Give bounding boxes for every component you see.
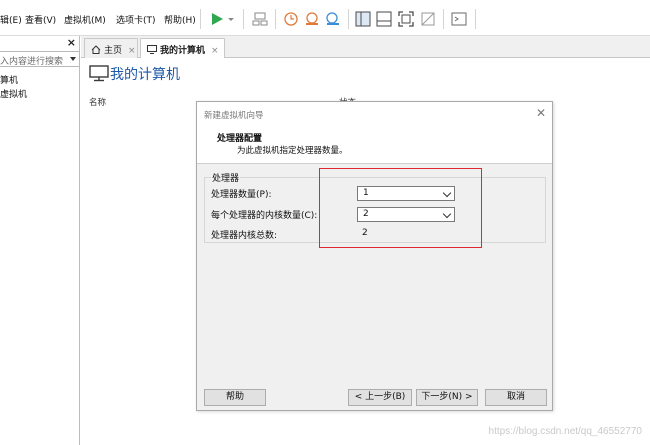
tree-item-vm[interactable]: 虚拟机 <box>0 87 27 100</box>
tree-item-my-computer[interactable]: 算机 <box>0 73 18 86</box>
page-title: 我的计算机 <box>110 67 180 83</box>
new-vm-wizard-dialog: 新建虚拟机向导 ✕ 处理器配置 为此虚拟机指定处理器数量。 处理器 处理器数量(… <box>196 101 553 411</box>
menu-view[interactable]: 查看(V) <box>25 13 56 26</box>
menu-help[interactable]: 帮助(H) <box>164 13 196 26</box>
menu-vm[interactable]: 虚拟机(M) <box>64 13 106 26</box>
cores-per-processor-label: 每个处理器的内核数量(C): <box>211 211 318 221</box>
processor-count-label: 处理器数量(P): <box>211 190 272 200</box>
next-button[interactable]: 下一步(N) > <box>416 389 478 406</box>
total-cores-label: 处理器内核总数: <box>211 231 278 241</box>
dialog-titlebar: 新建虚拟机向导 ✕ <box>197 102 552 126</box>
play-dropdown-icon[interactable] <box>226 10 236 28</box>
column-header-name[interactable]: 名称 <box>89 96 106 108</box>
library-panel: × 入内容进行搜索 算机 虚拟机 <box>0 36 80 445</box>
menu-edit[interactable]: 辑(E) <box>0 13 22 26</box>
help-button[interactable]: 帮助 <box>204 389 266 406</box>
toolbar-separator <box>243 9 244 29</box>
library-search-placeholder: 入内容进行搜索 <box>0 57 64 67</box>
dialog-header: 处理器配置 为此虚拟机指定处理器数量。 <box>197 126 552 164</box>
cancel-button[interactable]: 取消 <box>485 389 547 406</box>
dialog-subheading: 为此虚拟机指定处理器数量。 <box>237 146 348 156</box>
tab-home-label: 主页 <box>104 46 123 56</box>
library-search-input[interactable]: 入内容进行搜索 <box>0 51 80 67</box>
chevron-down-icon[interactable] <box>70 57 76 61</box>
thumbnail-bar-icon[interactable] <box>375 10 393 28</box>
tab-my-computer[interactable]: 我的计算机 × <box>140 38 225 59</box>
tab-home[interactable]: 主页 × <box>84 38 138 58</box>
close-library-icon[interactable]: × <box>67 36 76 49</box>
monitor-icon <box>147 45 157 54</box>
menu-tabs[interactable]: 选项卡(T) <box>116 13 156 26</box>
toolbar-separator <box>275 9 276 29</box>
toolbar-separator <box>200 9 201 29</box>
fullscreen-icon[interactable] <box>397 10 415 28</box>
watermark: https://blog.csdn.net/qq_46552770 <box>488 426 642 437</box>
unity-icon[interactable] <box>419 10 437 28</box>
toolbar-separator <box>443 9 444 29</box>
annotation-highlight-box <box>319 168 482 248</box>
dialog-title: 新建虚拟机向导 <box>204 111 264 121</box>
close-tab-icon[interactable]: × <box>128 46 136 56</box>
snapshot-manager-icon[interactable] <box>324 10 342 28</box>
revert-snapshot-icon[interactable] <box>303 10 321 28</box>
show-library-icon[interactable] <box>354 10 372 28</box>
tab-my-computer-label: 我的计算机 <box>160 46 206 56</box>
snapshot-clock-icon[interactable] <box>282 10 300 28</box>
group-label: 处理器 <box>211 171 241 184</box>
computer-icon <box>89 65 109 82</box>
tab-bar: 主页 × 我的计算机 × <box>81 36 650 59</box>
dialog-heading: 处理器配置 <box>217 134 263 144</box>
toolbar-separator <box>348 9 349 29</box>
back-button[interactable]: < 上一步(B) <box>348 389 412 406</box>
toolbar-separator <box>475 9 476 29</box>
console-icon[interactable] <box>450 10 468 28</box>
home-icon <box>91 45 101 54</box>
close-icon[interactable]: ✕ <box>536 106 546 120</box>
library-header: × <box>0 36 80 50</box>
menubar: 辑(E) 查看(V) 虚拟机(M) 选项卡(T) 帮助(H) <box>0 0 650 36</box>
network-icon[interactable] <box>251 10 269 28</box>
close-tab-icon[interactable]: × <box>211 46 219 56</box>
play-icon[interactable] <box>208 10 226 28</box>
